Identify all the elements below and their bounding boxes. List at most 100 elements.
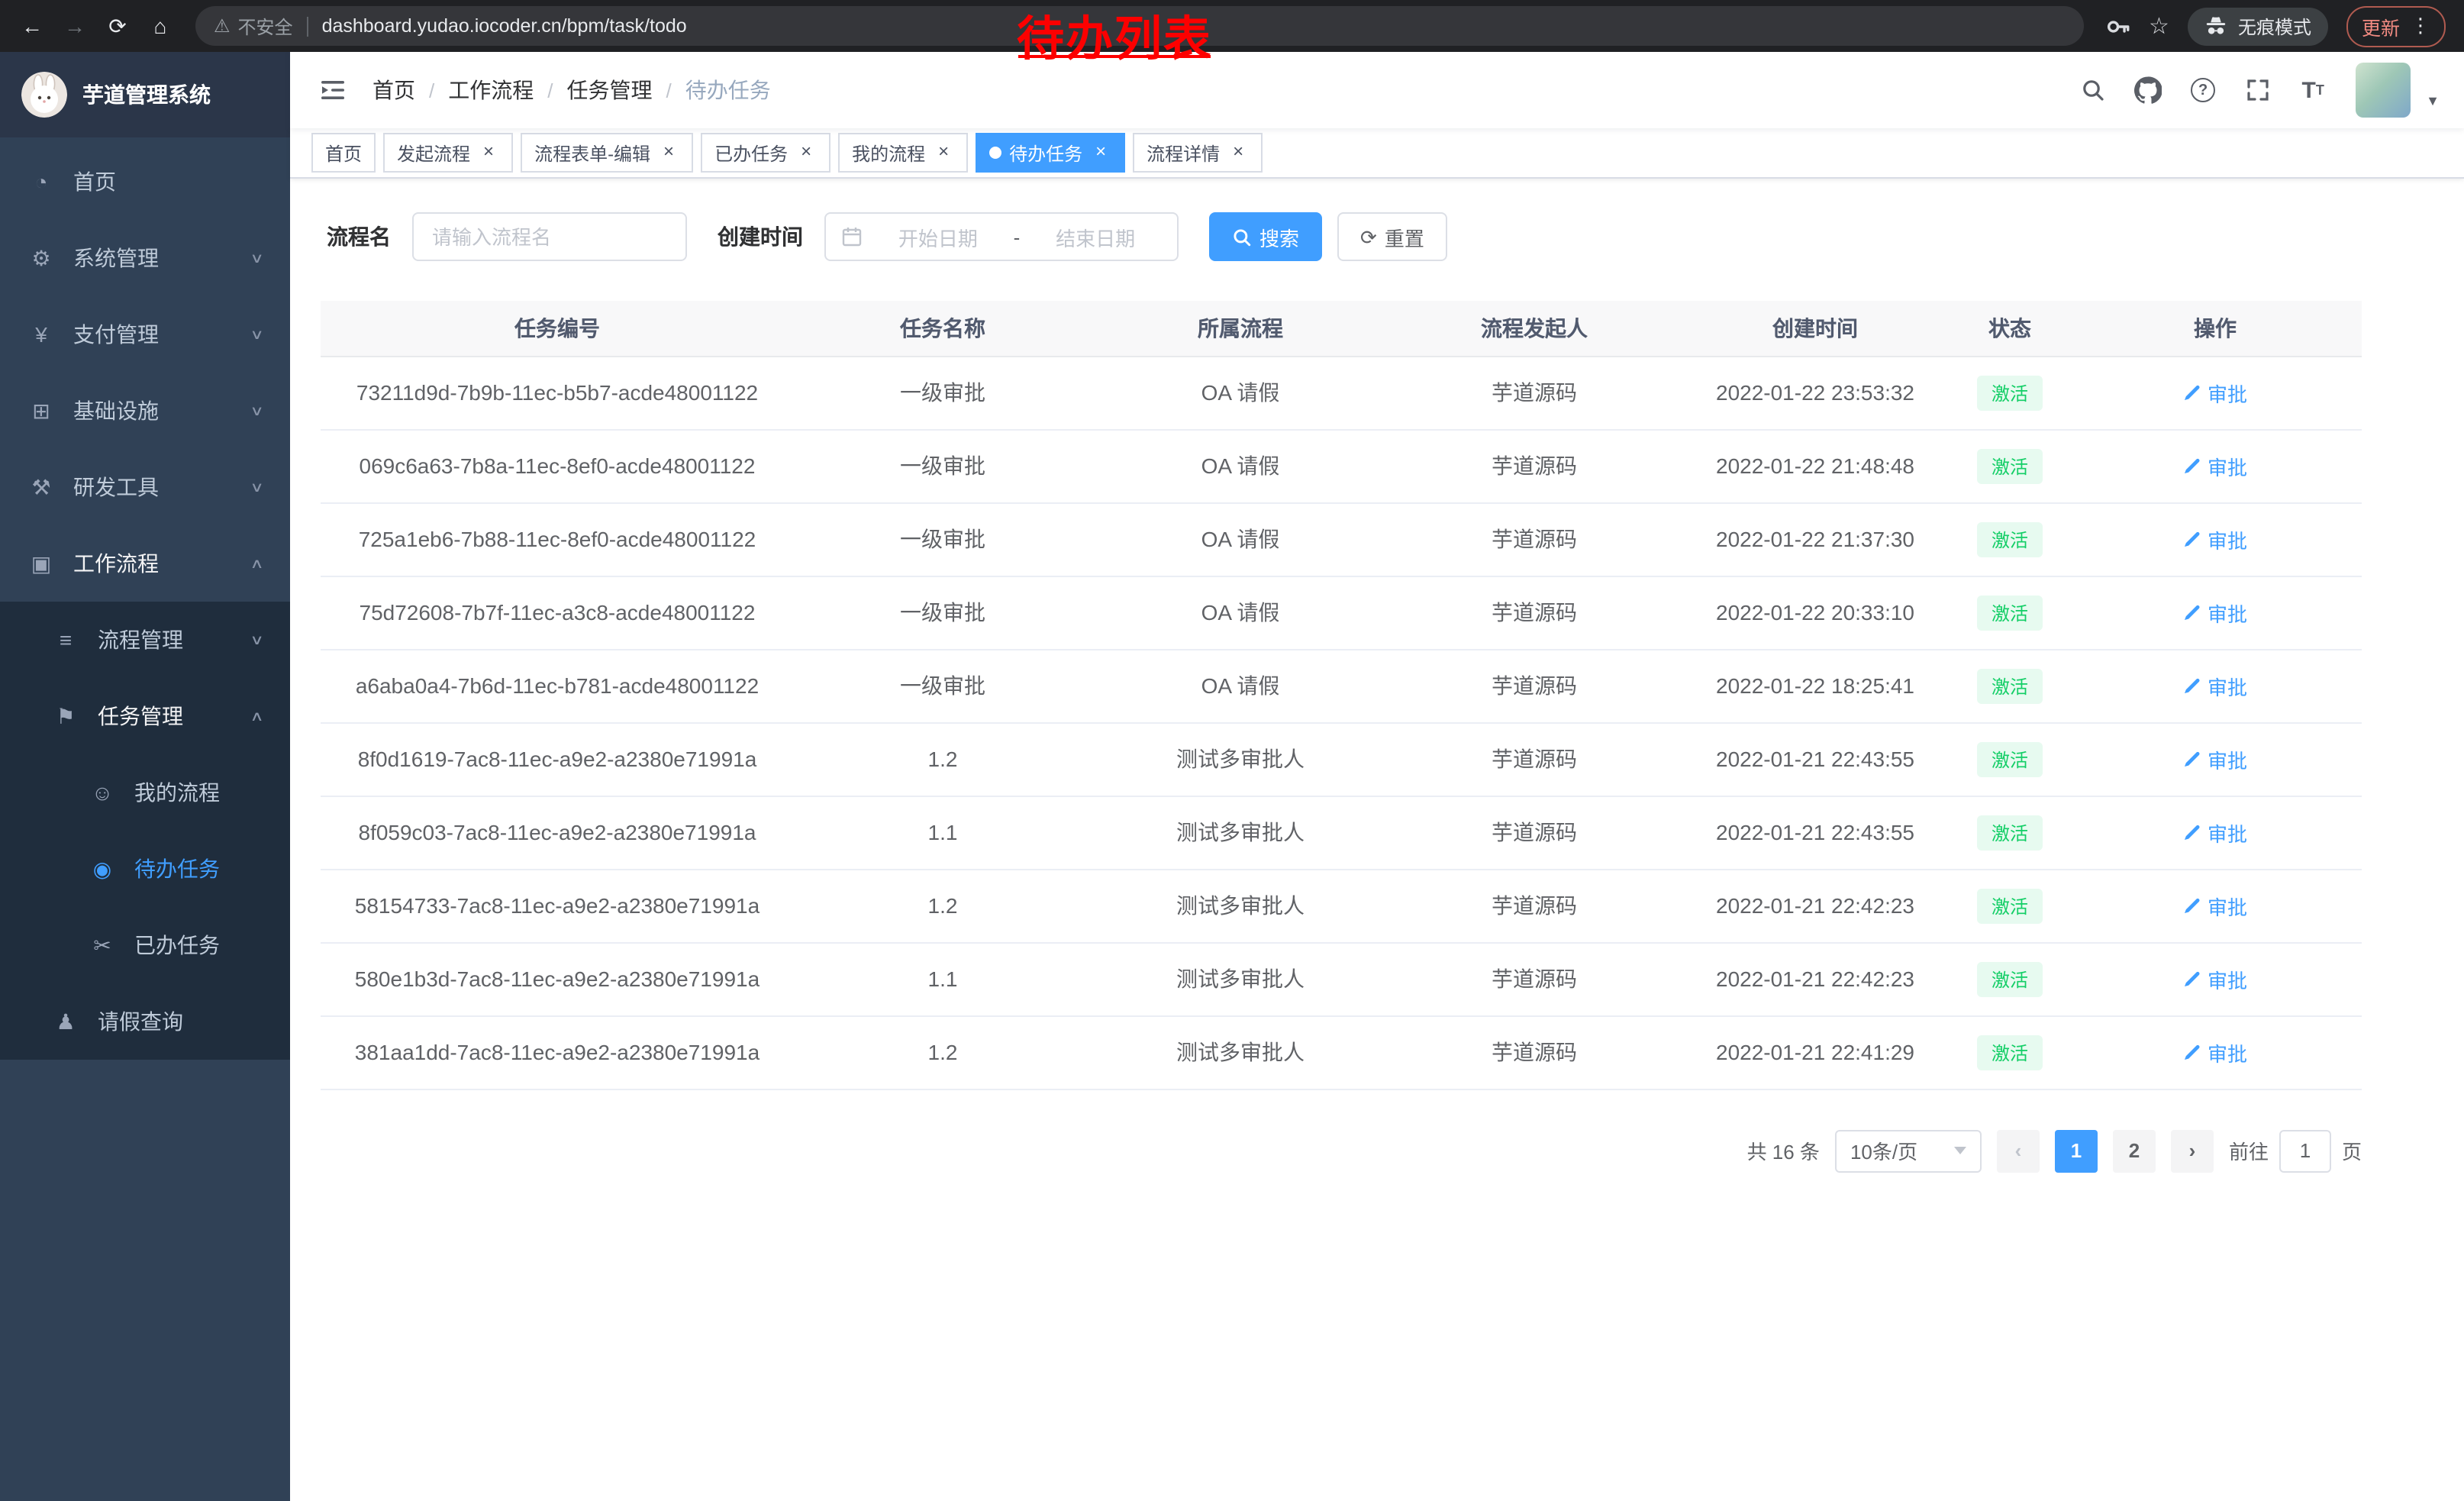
goto-page-input[interactable] [2279, 1129, 2331, 1172]
next-page-button[interactable]: › [2171, 1129, 2214, 1172]
status-cell: 激活 [1951, 576, 2069, 649]
sidebar-menu: ◔ 首页 ⚙ 系统管理 ∨ ¥ 支付管理 ∨ ⊞ 基础设施 ∨ [0, 137, 290, 1501]
approve-link[interactable]: 审批 [2183, 378, 2247, 407]
tab-close-icon[interactable]: × [1090, 142, 1111, 163]
user-avatar[interactable] [2356, 63, 2411, 118]
approve-link[interactable]: 审批 [2183, 818, 2247, 847]
tab-close-icon[interactable]: × [795, 142, 817, 163]
breadcrumb-item[interactable]: 工作流程 [448, 75, 534, 105]
process-cell: 测试多审批人 [1092, 796, 1389, 869]
filter-form: 流程名 创建时间 开始日期 [327, 212, 2362, 261]
approve-link[interactable]: 审批 [2183, 671, 2247, 700]
sidebar-item-label: 系统管理 [73, 243, 159, 273]
url-text[interactable]: dashboard.yudao.iocoder.cn/bpm/task/todo [322, 15, 687, 37]
breadcrumb-item[interactable]: 首页 [373, 75, 415, 105]
start-date-placeholder[interactable]: 开始日期 [872, 222, 1005, 251]
sidebar-item-process-mgmt[interactable]: ≡ 流程管理 ∨ [0, 602, 290, 678]
sidebar-item-payment[interactable]: ¥ 支付管理 ∨ [0, 296, 290, 373]
tab-close-icon[interactable]: × [933, 142, 954, 163]
tab-2[interactable]: 流程表单-编辑× [521, 133, 693, 173]
process-cell: 测试多审批人 [1092, 869, 1389, 942]
sidebar-item-home[interactable]: ◔ 首页 [0, 144, 290, 220]
back-icon[interactable]: ← [12, 6, 52, 46]
tab-6[interactable]: 流程详情× [1133, 133, 1263, 173]
sidebar-item-system[interactable]: ⚙ 系统管理 ∨ [0, 220, 290, 296]
task-name-cell: 1.1 [794, 796, 1092, 869]
tab-close-icon[interactable]: × [658, 142, 679, 163]
tab-3[interactable]: 已办任务× [701, 133, 830, 173]
breadcrumb-item[interactable]: 任务管理 [567, 75, 653, 105]
home-icon[interactable]: ⌂ [140, 6, 180, 46]
search-icon [1232, 227, 1252, 247]
browser-menu-icon[interactable]: ⋮ [2411, 14, 2430, 38]
tab-4[interactable]: 我的流程× [838, 133, 968, 173]
bookmark-star-icon[interactable]: ☆ [2149, 12, 2169, 40]
create-time-cell: 2022-01-21 22:42:23 [1679, 869, 1951, 942]
table-row: 069c6a63-7b8a-11ec-8ef0-acde48001122一级审批… [321, 429, 2362, 502]
security-label[interactable]: 不安全 [238, 13, 293, 39]
edit-icon [2183, 530, 2201, 548]
search-button[interactable]: 搜索 [1209, 212, 1322, 261]
tab-bar: 首页发起流程×流程表单-编辑×已办任务×我的流程×待办任务×流程详情× [290, 128, 2464, 179]
page-button-2[interactable]: 2 [2113, 1129, 2156, 1172]
dashboard-icon: ◔ [27, 169, 55, 194]
create-time-cell: 2022-01-21 22:42:23 [1679, 942, 1951, 1015]
search-icon[interactable] [2072, 69, 2114, 111]
breadcrumb-separator: / [666, 79, 672, 102]
tab-label: 发起流程 [397, 140, 470, 166]
col-initiator: 流程发起人 [1389, 301, 1679, 356]
sidebar-item-devtools[interactable]: ⚒ 研发工具 ∨ [0, 449, 290, 525]
sidebar-item-task-mgmt[interactable]: ⚑ 任务管理 ∧ [0, 678, 290, 754]
key-icon[interactable] [2104, 13, 2130, 39]
fullscreen-icon[interactable] [2237, 69, 2279, 111]
tab-close-icon[interactable]: × [1227, 142, 1249, 163]
page-button-1[interactable]: 1 [2055, 1129, 2098, 1172]
approve-link[interactable]: 审批 [2183, 744, 2247, 773]
github-icon[interactable] [2127, 69, 2169, 111]
prev-page-button[interactable]: ‹ [1997, 1129, 2040, 1172]
tab-label: 首页 [325, 140, 362, 166]
tab-5[interactable]: 待办任务× [976, 133, 1125, 173]
tab-0[interactable]: 首页 [311, 133, 376, 173]
initiator-cell: 芋道源码 [1389, 356, 1679, 429]
approve-link[interactable]: 审批 [2183, 525, 2247, 554]
approve-link[interactable]: 审批 [2183, 1038, 2247, 1067]
status-badge: 激活 [1978, 668, 2042, 703]
help-icon[interactable]: ? [2182, 69, 2224, 111]
create-time-cell: 2022-01-21 22:41:29 [1679, 1015, 1951, 1089]
sidebar-item-label: 基础设施 [73, 395, 159, 426]
edit-icon [2183, 750, 2201, 768]
task-name-cell: 一级审批 [794, 356, 1092, 429]
reload-icon[interactable]: ⟳ [98, 6, 137, 46]
sidebar-item-workflow[interactable]: ▣ 工作流程 ∧ [0, 525, 290, 602]
process-name-input[interactable] [429, 224, 670, 250]
screen: ← → ⟳ ⌂ ⚠ 不安全 dashboard.yudao.iocoder.cn… [0, 0, 2464, 1501]
sidebar-item-my-process[interactable]: ☺ 我的流程 [0, 754, 290, 831]
chevron-down-icon: ∨ [250, 250, 264, 266]
date-range-picker[interactable]: 开始日期 - 结束日期 [824, 212, 1179, 261]
app-logo-row[interactable]: 芋道管理系统 [0, 52, 290, 137]
sidebar-item-done-task[interactable]: ✂ 已办任务 [0, 907, 290, 983]
sidebar-item-infra[interactable]: ⊞ 基础设施 ∨ [0, 373, 290, 449]
sidebar-toggle-icon[interactable] [311, 69, 354, 111]
process-cell: OA 请假 [1092, 502, 1389, 576]
sidebar-item-todo-task[interactable]: ◉ 待办任务 [0, 831, 290, 907]
end-date-placeholder[interactable]: 结束日期 [1029, 222, 1162, 251]
incognito-label: 无痕模式 [2238, 13, 2311, 39]
page-size-select[interactable]: 10条/页 [1835, 1129, 1982, 1172]
approve-link[interactable]: 审批 [2183, 451, 2247, 480]
approve-link[interactable]: 审批 [2183, 964, 2247, 993]
reset-button[interactable]: ⟳ 重置 [1337, 212, 1447, 261]
initiator-cell: 芋道源码 [1389, 429, 1679, 502]
action-cell: 审批 [2069, 869, 2362, 942]
tab-close-icon[interactable]: × [478, 142, 499, 163]
tab-1[interactable]: 发起流程 × [383, 133, 513, 173]
avatar-caret-icon[interactable]: ▼ [2426, 93, 2440, 108]
sidebar-item-leave-query[interactable]: ♟ 请假查询 [0, 983, 290, 1060]
update-button[interactable]: 更新 ⋮ [2346, 5, 2446, 47]
forward-icon[interactable]: → [55, 6, 95, 46]
list-icon: ≡ [52, 628, 79, 652]
approve-link[interactable]: 审批 [2183, 598, 2247, 627]
approve-link[interactable]: 审批 [2183, 891, 2247, 920]
font-size-icon[interactable]: TT [2291, 69, 2334, 111]
